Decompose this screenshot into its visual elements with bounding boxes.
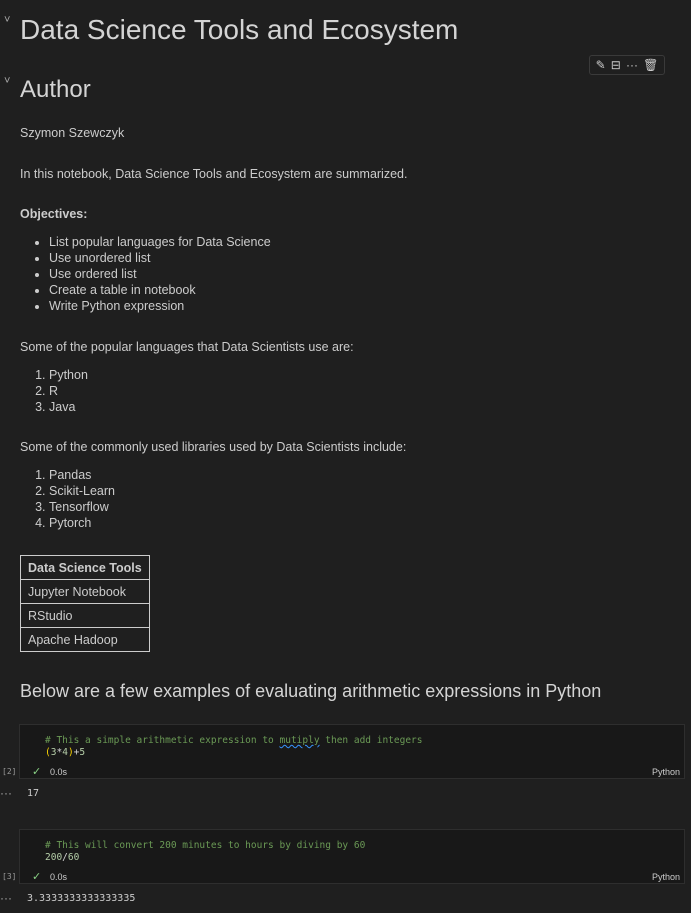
kernel-language[interactable]: Python bbox=[652, 872, 680, 882]
list-item: Use unordered list bbox=[49, 250, 271, 266]
list-item: Java bbox=[49, 399, 88, 415]
success-check-icon: ✓ bbox=[32, 766, 42, 778]
list-item: Create a table in notebook bbox=[49, 282, 271, 298]
author-heading: Author bbox=[20, 76, 91, 103]
objectives-list: List popular languages for Data Science … bbox=[20, 234, 271, 314]
code-line: 200/60 bbox=[45, 852, 80, 863]
output-menu-icon[interactable]: ··· bbox=[0, 891, 12, 905]
list-item: Write Python expression bbox=[49, 298, 271, 314]
page-title: Data Science Tools and Ecosystem bbox=[20, 14, 459, 45]
cell-output: 3.3333333333333335 bbox=[27, 893, 136, 904]
examples-heading: Below are a few examples of evaluating a… bbox=[20, 681, 602, 701]
table-cell: RStudio bbox=[20, 603, 150, 628]
code-comment: # This will convert 200 minutes to hours… bbox=[45, 840, 366, 851]
code-line: (3*4)+5 bbox=[45, 747, 86, 758]
libraries-list: Pandas Scikit-Learn Tensorflow Pytorch bbox=[20, 467, 115, 531]
kernel-language[interactable]: Python bbox=[652, 767, 680, 777]
list-item: Python bbox=[49, 367, 88, 383]
collapse-chevron-icon[interactable]: ˅ bbox=[4, 75, 10, 87]
author-name: Szymon Szewczyk bbox=[20, 126, 125, 140]
languages-intro: Some of the popular languages that Data … bbox=[20, 340, 354, 354]
execution-time: 0.0s bbox=[50, 767, 68, 777]
list-item: List popular languages for Data Science bbox=[49, 234, 271, 250]
tools-table: Data Science Tools Jupyter Notebook RStu… bbox=[20, 555, 150, 652]
trash-icon[interactable]: 🗑 bbox=[643, 59, 658, 71]
objectives-label: Objectives: bbox=[20, 207, 88, 221]
list-item: Tensorflow bbox=[49, 499, 115, 515]
table-cell: Jupyter Notebook bbox=[20, 579, 150, 604]
collapse-chevron-icon[interactable]: ˅ bbox=[4, 14, 10, 26]
list-item: Pandas bbox=[49, 467, 115, 483]
execution-count: [3] bbox=[2, 872, 17, 881]
execution-time: 0.0s bbox=[50, 872, 68, 882]
list-item: Pytorch bbox=[49, 515, 115, 531]
split-cell-icon[interactable]: ⊟ bbox=[611, 59, 621, 71]
code-comment: # This a simple arithmetic expression to… bbox=[45, 735, 423, 746]
list-item: Use ordered list bbox=[49, 266, 271, 282]
languages-list: Python R Java bbox=[20, 367, 88, 415]
ellipsis-icon[interactable]: ··· bbox=[626, 59, 638, 71]
cell-output: 17 bbox=[27, 788, 40, 799]
libraries-intro: Some of the commonly used libraries used… bbox=[20, 440, 407, 454]
output-menu-icon[interactable]: ··· bbox=[0, 786, 12, 800]
execution-count: [2] bbox=[2, 767, 17, 776]
pencil-icon[interactable]: ✎ bbox=[596, 59, 606, 71]
intro-text: In this notebook, Data Science Tools and… bbox=[20, 167, 408, 181]
success-check-icon: ✓ bbox=[32, 871, 42, 883]
code-cell[interactable]: # This will convert 200 minutes to hours… bbox=[19, 829, 685, 884]
list-item: R bbox=[49, 383, 88, 399]
list-item: Scikit-Learn bbox=[49, 483, 115, 499]
table-cell: Apache Hadoop bbox=[20, 627, 150, 652]
code-cell[interactable]: # This a simple arithmetic expression to… bbox=[19, 724, 685, 779]
cell-toolbar: ✎ ⊟ ··· 🗑 bbox=[589, 55, 665, 75]
table-header: Data Science Tools bbox=[20, 555, 150, 580]
